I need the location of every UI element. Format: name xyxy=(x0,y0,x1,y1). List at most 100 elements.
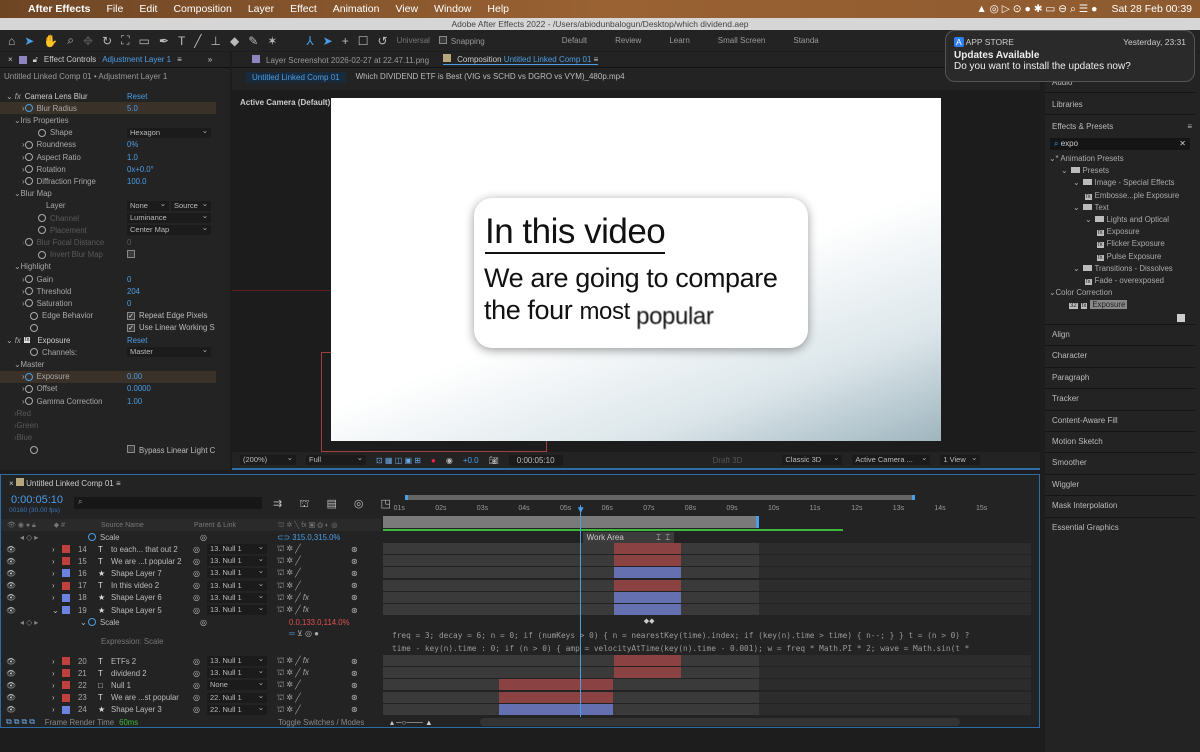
effect-row[interactable]: Channel Luminance xyxy=(0,211,216,224)
timeline-switch-icons[interactable]: ⇉ ⛫ ▤ ◎ ◳ xyxy=(273,497,398,512)
menu-file[interactable]: File xyxy=(106,3,123,15)
time-navigator[interactable] xyxy=(405,495,915,500)
breadcrumb-footage[interactable]: Which DIVIDEND ETF is Best (VIG vs SCHD … xyxy=(356,72,625,83)
effect-row[interactable]: ✓ Use Linear Working S xyxy=(0,322,216,334)
layer-duration-bar[interactable] xyxy=(499,691,613,703)
effect-row[interactable]: › Blur Focal Distance 0 xyxy=(0,236,216,248)
visibility-icon[interactable]: 👁︎ xyxy=(6,657,16,666)
menu-effect[interactable]: Effect xyxy=(290,3,317,15)
menu-app[interactable]: After Effects xyxy=(28,3,90,15)
time-ruler[interactable] xyxy=(383,495,1031,531)
snapping-toggle[interactable]: Snapping xyxy=(438,35,485,46)
preset-tree-item[interactable]: ⌄ Presets xyxy=(1061,166,1109,175)
workspace-4[interactable]: Standa xyxy=(793,36,818,45)
libraries-panel[interactable]: Libraries xyxy=(1052,100,1083,109)
effect-row[interactable]: Invert Blur Map xyxy=(0,249,216,261)
effect-row[interactable]: › Aspect Ratio 1.0 xyxy=(0,151,216,163)
camera-dropdown[interactable]: Active Camera ... xyxy=(852,453,931,465)
layer-row[interactable]: 👁︎ › 17 T In this video 2 ◎ 13. Null 1 ⛫… xyxy=(0,579,380,592)
effect-row[interactable]: ⌄ Highlight xyxy=(0,261,216,273)
draft-3d-toggle[interactable]: Draft 3D xyxy=(713,456,743,465)
scale-expression-row[interactable]: ◂ ◇ ▸ ⌄ Scale ◎ 0.0,133.0,114.0% xyxy=(0,616,380,628)
snapshot-icon[interactable]: 📷︎ xyxy=(489,456,499,465)
resolution-dropdown[interactable]: Full xyxy=(306,453,366,465)
preset-tree-item[interactable]: ⌄ Transitions - Dissolves xyxy=(1073,264,1173,273)
box-icon[interactable]: ☐ xyxy=(358,34,369,48)
panel-character[interactable]: Character xyxy=(1052,351,1087,360)
layer-row[interactable]: 👁︎ › 21 T dividend 2 ◎ 13. Null 1 ⛫ ✲ ╱ … xyxy=(0,666,380,679)
workspace-0[interactable]: Default xyxy=(562,36,587,45)
preset-tree-item[interactable]: ⌄* Animation Presets xyxy=(1049,154,1124,163)
keyframe-icon[interactable]: ◆◆ xyxy=(644,617,655,625)
snap-arrow-icon[interactable]: ➤ xyxy=(323,34,333,48)
preset-tree-item[interactable]: fx Fade - overexposed xyxy=(1085,276,1164,285)
workspace-1[interactable]: Review xyxy=(615,36,641,45)
menu-edit[interactable]: Edit xyxy=(139,3,157,15)
zoom-slider[interactable]: ▴ ─○─── ▲ xyxy=(390,718,433,727)
type-tool-icon[interactable]: T xyxy=(178,34,185,48)
panel-align[interactable]: Align xyxy=(1052,330,1070,339)
visibility-icon[interactable]: 👁︎ xyxy=(6,693,16,702)
selection-tool-icon[interactable]: ➤ xyxy=(24,34,34,48)
layer-tab[interactable]: Layer Screenshot 2026-02-27 at 22.47.11.… xyxy=(252,54,429,65)
effect-row[interactable]: › Green xyxy=(0,419,216,431)
effect-row[interactable]: ⌄ Master xyxy=(0,358,216,370)
preset-tree-item[interactable]: fx Pulse Exposure xyxy=(1097,252,1161,261)
effect-row[interactable]: ⌄ Blur Map xyxy=(0,188,216,200)
preset-tree-item[interactable]: ⌄ Text xyxy=(1073,203,1109,212)
puppet-pin-icon[interactable]: ✶ xyxy=(267,34,277,48)
effect-row[interactable]: › Blue xyxy=(0,432,216,444)
layer-duration-bar[interactable] xyxy=(499,679,613,691)
layer-duration-bar[interactable] xyxy=(499,703,613,715)
preset-tree-item[interactable]: 32 fx Exposure xyxy=(1061,300,1128,310)
visibility-icon[interactable]: 👁︎ xyxy=(6,593,16,602)
panel-wiggler[interactable]: Wiggler xyxy=(1052,480,1079,489)
parent-dropdown[interactable]: 13. Null 1 xyxy=(207,554,267,567)
effect-row[interactable]: LayerNoneSource xyxy=(0,199,216,212)
parent-dropdown[interactable]: 13. Null 1 xyxy=(207,603,267,615)
preset-tree-item[interactable]: fx Exposure xyxy=(1097,227,1140,237)
panel-content-aware-fill[interactable]: Content-Aware Fill xyxy=(1052,416,1118,425)
view-option-icons[interactable]: ⊡ ▦ ◫ ▣ ⊞ xyxy=(376,456,421,465)
eraser-tool-icon[interactable]: ◆ xyxy=(230,34,239,48)
workspace-2[interactable]: Learn xyxy=(669,36,689,45)
effect-row[interactable]: › Rotation 0x+0.0° xyxy=(0,163,216,175)
layer-row[interactable]: 👁︎ › 24 ★ Shape Layer 3 ◎ 22. Null 1 ⛫ ✲… xyxy=(0,703,380,716)
effect-row[interactable]: Bypass Linear Light C xyxy=(0,444,216,456)
layer-duration-bar[interactable] xyxy=(613,555,682,567)
menu-view[interactable]: View xyxy=(395,3,418,15)
layer-search-input[interactable]: ⌕ xyxy=(74,497,262,509)
preset-tree-item[interactable]: fx Embosse...ple Exposure xyxy=(1085,191,1179,200)
panel-smoother[interactable]: Smoother xyxy=(1052,458,1087,467)
brush-tool-icon[interactable]: ╱ xyxy=(194,34,201,48)
effect-row[interactable]: Channels: Master xyxy=(0,345,216,358)
breadcrumb-comp[interactable]: Untitled Linked Comp 01 xyxy=(246,72,346,83)
effect-row[interactable]: Placement Center Map xyxy=(0,223,216,236)
panel-essential-graphics[interactable]: Essential Graphics xyxy=(1052,523,1119,532)
preset-tree-item[interactable]: ⌄ Image - Special Effects xyxy=(1073,178,1175,187)
rotate-icon[interactable]: ↺ xyxy=(378,34,388,48)
axis-icon[interactable]: ⅄ xyxy=(306,34,313,48)
expand-icon[interactable]: » xyxy=(208,55,212,64)
renderer-dropdown[interactable]: Classic 3D xyxy=(782,453,843,465)
parent-dropdown[interactable]: 13. Null 1 xyxy=(207,591,267,603)
layer-duration-bar[interactable] xyxy=(613,667,682,679)
expression-controls[interactable]: ═ ⊻ ◎ ● xyxy=(289,629,319,638)
parent-dropdown[interactable]: 13. Null 1 xyxy=(207,542,267,554)
effect-row[interactable]: ⌄ fx fx Exposure Reset xyxy=(0,334,216,346)
rectangle-tool-icon[interactable]: ▭ xyxy=(139,34,150,48)
visibility-icon[interactable]: 👁︎ xyxy=(6,557,16,566)
effect-row[interactable]: › Offset 0.0000 xyxy=(0,383,216,395)
effect-row[interactable]: ⌄ Iris Properties xyxy=(0,114,216,126)
new-item-icon[interactable] xyxy=(1177,314,1185,322)
layer-row[interactable]: 👁︎ › 20 T ETFs 2 ◎ 13. Null 1 ⛫ ✲ ╱ fx ⊛ xyxy=(0,654,380,667)
current-time-indicator[interactable] xyxy=(579,505,581,717)
layer-row[interactable]: 👁︎ › 22 □ Null 1 ◎ None ⛫ ✲ ╱ ⊛ xyxy=(0,678,380,691)
parent-dropdown[interactable]: 13. Null 1 xyxy=(207,666,267,679)
menu-window[interactable]: Window xyxy=(434,3,471,15)
footer-icons[interactable]: ⧉ ⧉ ⧉ ⧉ xyxy=(6,717,35,727)
effect-row[interactable]: › Diffraction Fringe 100.0 xyxy=(0,175,216,187)
pen-tool-icon[interactable]: ✒ xyxy=(159,34,169,48)
exposure-reset-icon[interactable]: ◉ xyxy=(446,456,453,465)
effect-row[interactable]: › Threshold 204 xyxy=(0,285,216,297)
